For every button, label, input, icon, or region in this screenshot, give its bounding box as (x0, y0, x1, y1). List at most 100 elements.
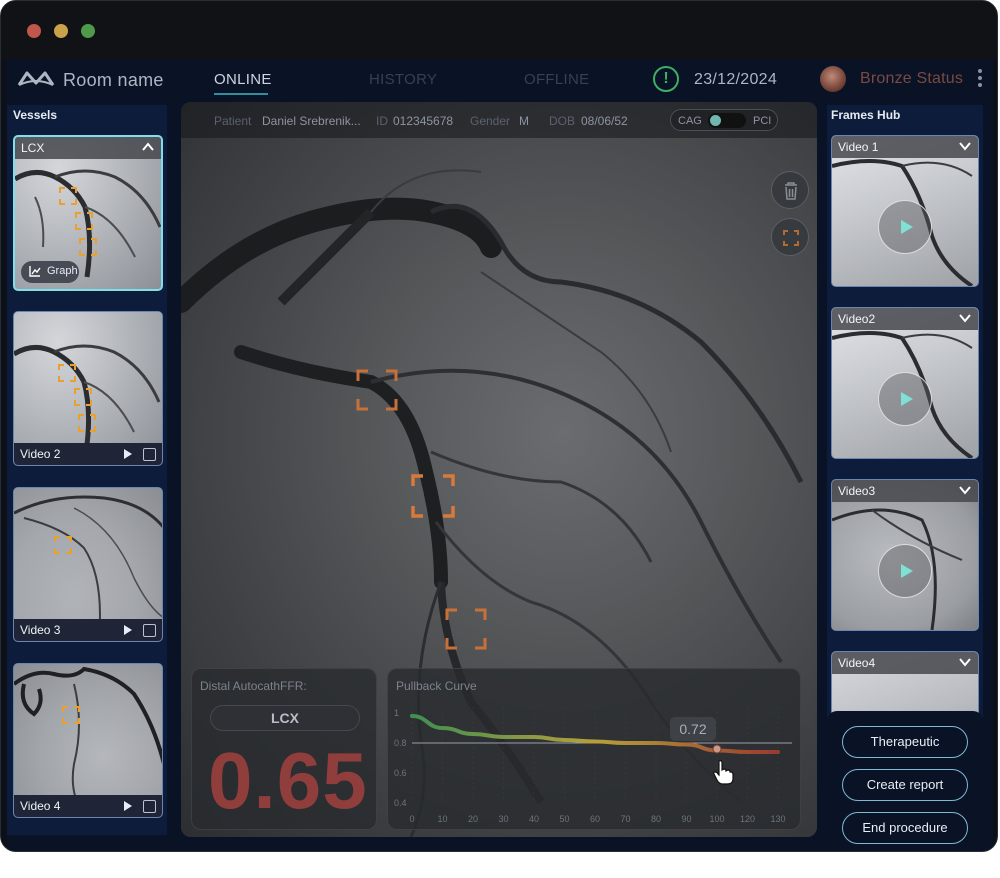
app-root: Room name ONLINE HISTORY OFFLINE ! 23/12… (7, 59, 993, 851)
x-tick-label: 40 (529, 814, 539, 824)
ffr-vessel-pill[interactable]: LCX (210, 705, 360, 731)
hand-cursor-icon (713, 760, 734, 785)
tab-offline[interactable]: OFFLINE (524, 71, 589, 88)
vessel-card-footer: Video 3 (14, 619, 162, 641)
cag-pci-toggle[interactable]: CAG PCI (670, 109, 778, 131)
graph-button[interactable]: Graph (21, 261, 79, 283)
toggle-label-pci: PCI (753, 115, 772, 127)
x-tick-label: 120 (740, 814, 755, 824)
frame-card-video-3[interactable]: Video3 (831, 479, 979, 631)
x-tick-label: 130 (770, 814, 785, 824)
chevron-down-icon[interactable] (958, 139, 972, 153)
chevron-down-icon[interactable] (958, 655, 972, 669)
x-tick-label: 10 (437, 814, 447, 824)
frame-card-label: Video4 (838, 656, 876, 670)
play-icon[interactable] (124, 801, 132, 811)
select-checkbox[interactable] (143, 624, 156, 637)
ffr-card: Distal AutocathFFR: LCX 0.65 (191, 668, 377, 830)
x-tick-label: 80 (651, 814, 661, 824)
stenosis-marker[interactable] (75, 212, 93, 230)
play-button[interactable] (878, 200, 932, 254)
patient-id: 012345678 (393, 114, 454, 128)
select-checkbox[interactable] (143, 448, 156, 461)
stenosis-marker[interactable] (78, 414, 96, 432)
x-tick-label: 0 (409, 814, 414, 824)
user-status[interactable]: Bronze Status (860, 70, 963, 88)
vessel-card-lcx[interactable]: LCX Graph (13, 135, 163, 291)
frame-card-label: Video3 (838, 484, 876, 498)
close-window-dot[interactable] (27, 24, 41, 38)
ffr-title: Distal AutocathFFR: (200, 679, 307, 693)
frame-card-header: Video4 (832, 652, 978, 674)
patient-name: Daniel Srebrenik... (262, 114, 361, 128)
patient-gender: M (519, 114, 529, 128)
minimize-window-dot[interactable] (54, 24, 68, 38)
y-tick-label: 0.8 (394, 738, 407, 748)
gender-label: Gender (470, 114, 511, 128)
stenosis-marker[interactable] (58, 364, 76, 382)
vessel-card-label: LCX (21, 141, 45, 155)
actions-panel: Therapeutic Create report End procedure (827, 711, 983, 851)
chevron-down-icon[interactable] (958, 483, 972, 497)
maximize-window-dot[interactable] (81, 24, 95, 38)
frame-card-header: Video 1 (832, 136, 978, 158)
play-icon[interactable] (124, 449, 132, 459)
therapeutic-button[interactable]: Therapeutic (842, 726, 968, 758)
stenosis-marker[interactable] (59, 187, 77, 205)
delete-button[interactable] (771, 171, 809, 209)
stenosis-marker[interactable] (54, 536, 72, 554)
vessel-card-footer: Video 4 (14, 795, 162, 817)
end-procedure-button[interactable]: End procedure (842, 812, 968, 844)
more-menu-icon[interactable] (977, 69, 983, 89)
tab-history[interactable]: HISTORY (369, 71, 437, 88)
play-button[interactable] (878, 544, 932, 598)
main-viewer: Patient Daniel Srebrenik... ID 012345678… (181, 102, 817, 837)
current-date: 23/12/2024 (694, 71, 778, 88)
vessel-card-header: LCX (15, 137, 161, 159)
stenosis-marker[interactable] (74, 388, 92, 406)
play-icon[interactable] (124, 625, 132, 635)
top-navbar: Room name ONLINE HISTORY OFFLINE ! 23/12… (7, 59, 993, 101)
chevron-up-icon[interactable] (141, 140, 155, 154)
x-tick-label: 60 (590, 814, 600, 824)
vessel-card-footer: Video 2 (14, 443, 162, 465)
x-tick-label: 50 (559, 814, 569, 824)
stenosis-marker[interactable] (445, 608, 487, 650)
frame-card-header: Video3 (832, 480, 978, 502)
fullscreen-icon (783, 230, 799, 246)
pullback-chart[interactable]: 0 10 20 30 40 50 60 70 80 90 100 120 130 1 0.8 0.6 0.4 (388, 669, 802, 831)
vessel-card-video-4[interactable]: Video 4 (13, 663, 163, 818)
app-window: Room name ONLINE HISTORY OFFLINE ! 23/12… (0, 0, 998, 852)
graph-icon (29, 266, 41, 277)
stenosis-marker[interactable] (79, 238, 97, 256)
play-icon (901, 564, 913, 578)
active-tab-indicator (214, 93, 268, 95)
fullscreen-button[interactable] (771, 218, 809, 256)
play-icon (901, 392, 913, 406)
frame-card-video-1[interactable]: Video 1 (831, 135, 979, 287)
x-tick-label: 20 (468, 814, 478, 824)
frame-card-video-2[interactable]: Video2 (831, 307, 979, 459)
patient-label: Patient (214, 114, 252, 128)
vessel-card-video-2[interactable]: Video 2 (13, 311, 163, 466)
vessel-card-video-3[interactable]: Video 3 (13, 487, 163, 642)
vessel-card-label: Video 4 (20, 799, 61, 813)
play-button[interactable] (878, 372, 932, 426)
x-tick-label: 70 (620, 814, 630, 824)
stenosis-marker[interactable] (62, 706, 80, 724)
alert-icon[interactable]: ! (653, 66, 679, 92)
tab-online[interactable]: ONLINE (214, 71, 272, 88)
create-report-button[interactable]: Create report (842, 769, 968, 801)
curve-hover-point (712, 744, 722, 754)
stenosis-marker-active[interactable] (411, 474, 455, 518)
y-tick-label: 1 (394, 708, 399, 718)
play-icon (901, 220, 913, 234)
select-checkbox[interactable] (143, 800, 156, 813)
trash-icon (785, 182, 797, 200)
chevron-down-icon[interactable] (958, 311, 972, 325)
toggle-switch[interactable] (708, 113, 746, 128)
frame-card-label: Video 1 (838, 140, 879, 154)
stenosis-marker[interactable] (356, 369, 398, 411)
status-avatar[interactable] (820, 66, 846, 92)
title-bar (1, 1, 997, 59)
